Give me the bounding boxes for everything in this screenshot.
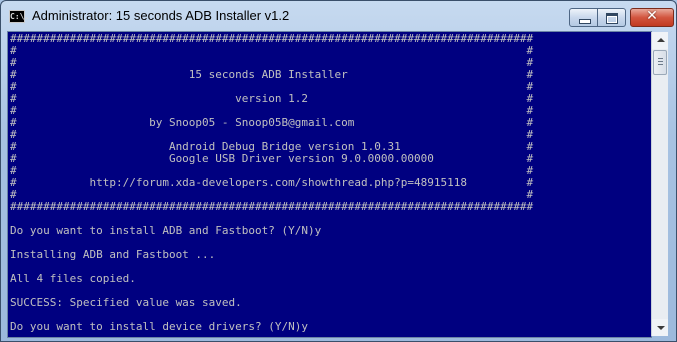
console-window: C:\. Administrator: 15 seconds ADB Insta… — [0, 0, 677, 342]
cmd-app-icon[interactable]: C:\. — [9, 10, 29, 23]
console-line: Installing ADB and Fastboot ... — [10, 248, 216, 261]
console-line: ########################################… — [10, 200, 534, 213]
console-line: Do you want to install device drivers? (… — [10, 320, 309, 333]
maximize-icon — [606, 13, 618, 24]
window-title: Administrator: 15 seconds ADB Installer … — [32, 8, 290, 23]
scroll-down-arrow-icon[interactable] — [652, 319, 668, 336]
console-text: ########################################… — [10, 33, 533, 333]
maximize-button[interactable] — [598, 8, 626, 27]
close-button[interactable]: ✕ — [630, 8, 674, 27]
minimize-button[interactable] — [569, 8, 598, 27]
scrollbar-thumb[interactable] — [653, 50, 667, 75]
console-line: All 4 files copied. — [10, 272, 136, 285]
console-line: SUCCESS: Specified value was saved. — [10, 296, 242, 309]
vertical-scrollbar[interactable] — [651, 32, 668, 336]
title-bar[interactable]: C:\. Administrator: 15 seconds ADB Insta… — [1, 1, 676, 31]
console-output[interactable]: ########################################… — [7, 31, 652, 338]
scroll-up-arrow-icon[interactable] — [652, 32, 668, 49]
grip-icon — [658, 58, 663, 67]
console-line: Do you want to install ADB and Fastboot?… — [10, 224, 322, 237]
minimize-icon — [579, 19, 591, 24]
close-icon: ✕ — [646, 8, 658, 24]
